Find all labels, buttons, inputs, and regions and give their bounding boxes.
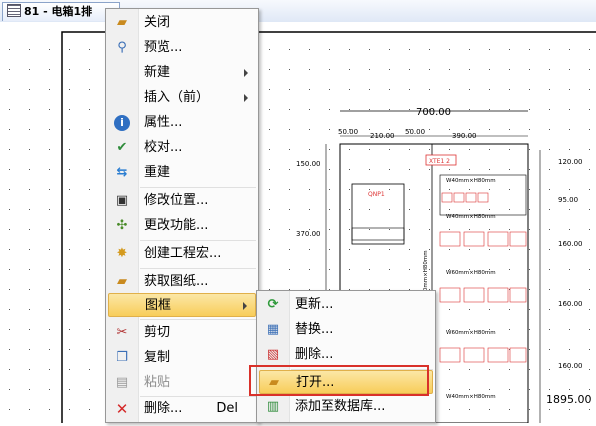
menu-item-new[interactable]: 新建 [108,61,256,85]
folder-open-icon: ▰ [117,15,127,30]
dim-r1: 120.00 [558,158,583,166]
menu-item-change-function[interactable]: ✣ 更改功能... [108,214,256,238]
menu-item-check[interactable]: ✔ 校对... [108,136,256,160]
menu-item-insert-before[interactable]: 插入（前） [108,86,256,110]
menu-item-delete-shortcut: Del [216,401,238,416]
menu-item-new-label: 新建 [144,65,171,80]
label-qnp: QNP1 [368,191,385,198]
highlight-annotation [249,365,429,396]
menu-separator [140,187,256,188]
frame-submenu: ⟳ 更新... ▦ 替换... ▧ 删除... ▰ 打开... ▥ 添加至数据库… [256,290,436,423]
menu-item-delete[interactable]: ✕ 删除... Del [108,397,256,421]
menu-item-fetch-drawing[interactable]: ▰ 获取图纸... [108,270,256,294]
submenu-item-add-to-database[interactable]: ▥ 添加至数据库... [259,395,433,419]
delete-icon: ✕ [115,400,129,418]
replace-icon: ▦ [266,322,280,337]
label-rail2: W40mm×H80mm [446,214,496,220]
document-tab-title: 81 - 电箱1排 [24,5,93,18]
submenu-item-delete-label: 删除... [295,347,334,362]
dim-d2: 210.00 [370,132,395,140]
delete-frame-icon: ▧ [266,347,280,362]
menu-item-rebuild[interactable]: ⇆ 重建 [108,161,256,185]
macro-icon: ✸ [116,246,128,261]
menu-item-insert-before-label: 插入（前） [144,90,210,105]
menu-item-create-macro[interactable]: ✸ 创建工程宏... [108,242,256,266]
submenu-item-replace[interactable]: ▦ 替换... [259,318,433,342]
label-xte: XTE1 2 [429,158,450,165]
menu-separator [140,268,256,269]
info-icon: i [114,115,130,131]
dim-r3: 160.00 [558,240,583,248]
label-rail1: W40mm×H80mm [446,178,496,184]
submenu-arrow-icon [244,94,248,102]
add-to-database-icon: ▥ [266,399,280,414]
menu-item-fetch-drawing-label: 获取图纸... [144,274,209,289]
dim-h1: 150.00 [296,160,321,168]
menu-item-close[interactable]: ▰ 关闭 [108,11,256,35]
menu-separator [140,319,256,320]
menu-item-paste[interactable]: ▤ 粘贴 [108,371,256,395]
submenu-item-delete[interactable]: ▧ 删除... [259,343,433,367]
menu-item-properties-label: 属性... [144,115,183,130]
menu-item-delete-label: 删除... [144,401,183,416]
submenu-item-update[interactable]: ⟳ 更新... [259,293,433,317]
dim-h2: 370.00 [296,230,321,238]
label-rail3: W60mm×H80mm [446,270,496,276]
magnifier-icon: ⚲ [117,40,127,55]
label-rail4: W60mm×H80mm [446,330,496,336]
refresh-icon: ⟳ [267,297,279,312]
menu-item-rebuild-label: 重建 [144,165,171,180]
menu-item-copy-label: 复制 [144,350,171,365]
function-icon: ✣ [116,218,128,233]
document-tab-bar: 81 - 电箱1排 [0,0,596,23]
submenu-item-add-to-database-label: 添加至数据库... [295,399,386,414]
menu-item-change-position[interactable]: ▣ 修改位置... [108,189,256,213]
dim-d4: 390.00 [452,132,477,140]
drawing-icon [7,4,21,17]
paste-icon: ▤ [115,375,129,390]
copy-icon: ❐ [116,350,128,365]
scissors-icon: ✂ [116,325,128,340]
dim-r2: 95.00 [558,196,578,204]
dim-d3: 50.00 [405,128,425,136]
menu-item-frame[interactable]: 图框 [108,293,256,317]
dim-total-width: 700.00 [416,107,451,118]
menu-item-preview-label: 预览... [144,40,183,55]
submenu-item-replace-label: 替换... [295,322,334,337]
document-tab[interactable]: 81 - 电箱1排 [2,2,120,21]
position-icon: ▣ [115,193,129,208]
menu-item-cut[interactable]: ✂ 剪切 [108,321,256,345]
dim-r5: 160.00 [558,362,583,370]
menu-separator [140,240,256,241]
rebuild-icon: ⇆ [116,165,128,180]
menu-item-create-macro-label: 创建工程宏... [144,246,222,261]
menu-item-paste-label: 粘贴 [144,375,171,390]
menu-item-properties[interactable]: i 属性... [108,111,256,135]
menu-item-preview[interactable]: ⚲ 预览... [108,36,256,60]
menu-item-copy[interactable]: ❐ 复制 [108,346,256,370]
fetch-drawing-icon: ▰ [117,274,127,289]
menu-item-change-function-label: 更改功能... [144,218,209,233]
menu-item-change-position-label: 修改位置... [144,193,209,208]
label-rail5: W40mm×H80mm [446,394,496,400]
dim-bottom: 1895.00 [546,393,592,406]
check-icon: ✔ [116,140,128,155]
menu-item-check-label: 校对... [144,140,183,155]
submenu-arrow-icon [244,69,248,77]
menu-item-cut-label: 剪切 [144,325,171,340]
menu-item-close-label: 关闭 [144,15,171,30]
menu-item-frame-label: 图框 [145,298,172,313]
dim-d1: 50.00 [338,128,358,136]
dim-r4: 160.00 [558,300,583,308]
submenu-item-update-label: 更新... [295,297,334,312]
submenu-arrow-icon [243,302,247,310]
context-menu: ▰ 关闭 ⚲ 预览... 新建 插入（前） i 属性... ✔ 校对... ⇆ … [105,8,259,423]
